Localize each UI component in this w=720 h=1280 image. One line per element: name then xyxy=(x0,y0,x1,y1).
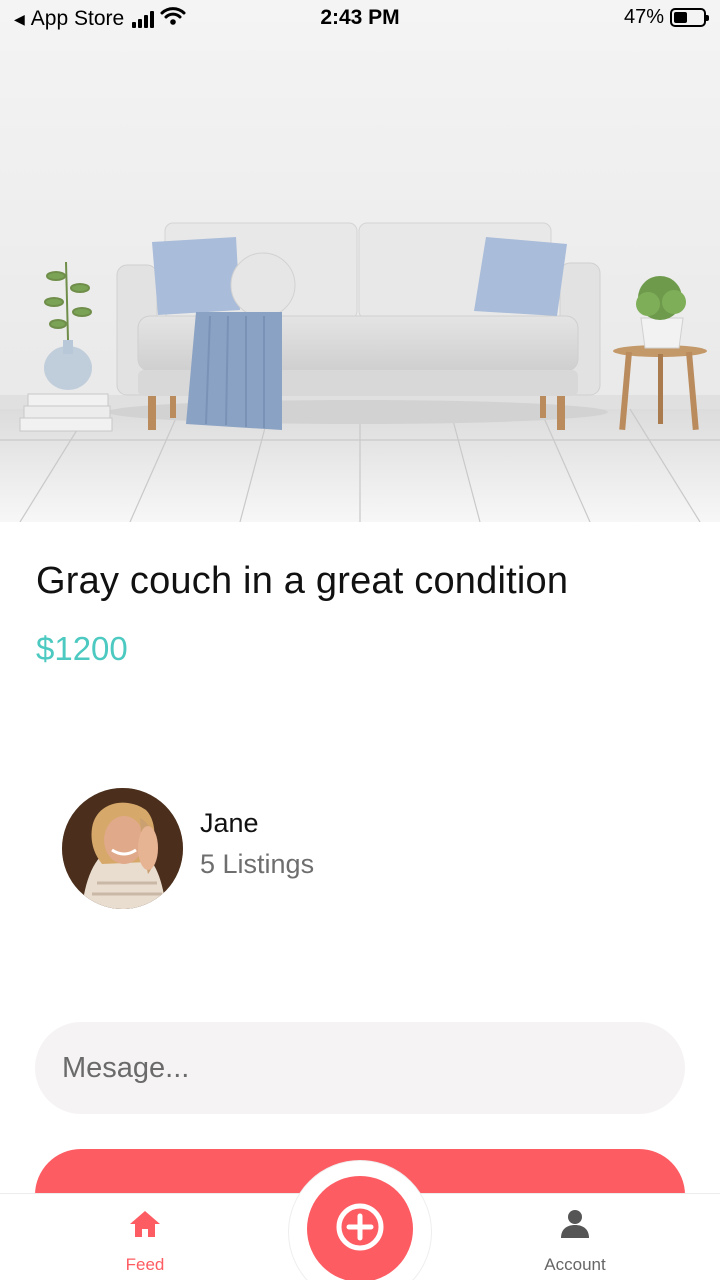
battery-icon xyxy=(670,8,709,27)
status-bar: ◀ App Store 2:43 PM 47% xyxy=(0,0,720,38)
status-time: 2:43 PM xyxy=(320,6,400,29)
listing-photo xyxy=(0,0,720,522)
listing-price: $1200 xyxy=(36,630,128,667)
tab-account-label: Account xyxy=(544,1255,606,1274)
message-input[interactable] xyxy=(35,1022,685,1114)
battery-status: 47% xyxy=(623,6,709,29)
seller-card[interactable]: Jane 5 Listings xyxy=(62,787,314,909)
tab-feed[interactable]: Feed xyxy=(85,1208,205,1275)
seller-info: Jane 5 Listings xyxy=(200,808,314,880)
user-icon xyxy=(559,1210,591,1244)
plus-icon xyxy=(335,1202,385,1257)
seller-listings-count: 5 Listings xyxy=(200,849,315,879)
tab-feed-label: Feed xyxy=(125,1255,165,1274)
tab-account[interactable]: Account xyxy=(515,1208,635,1275)
listing-title: Gray couch in a great condition xyxy=(36,560,569,602)
seller-name: Jane xyxy=(200,808,259,838)
avatar[interactable] xyxy=(62,787,183,909)
add-listing-button[interactable] xyxy=(307,1176,413,1280)
home-icon xyxy=(128,1211,162,1244)
battery-percent: 47% xyxy=(623,6,664,28)
